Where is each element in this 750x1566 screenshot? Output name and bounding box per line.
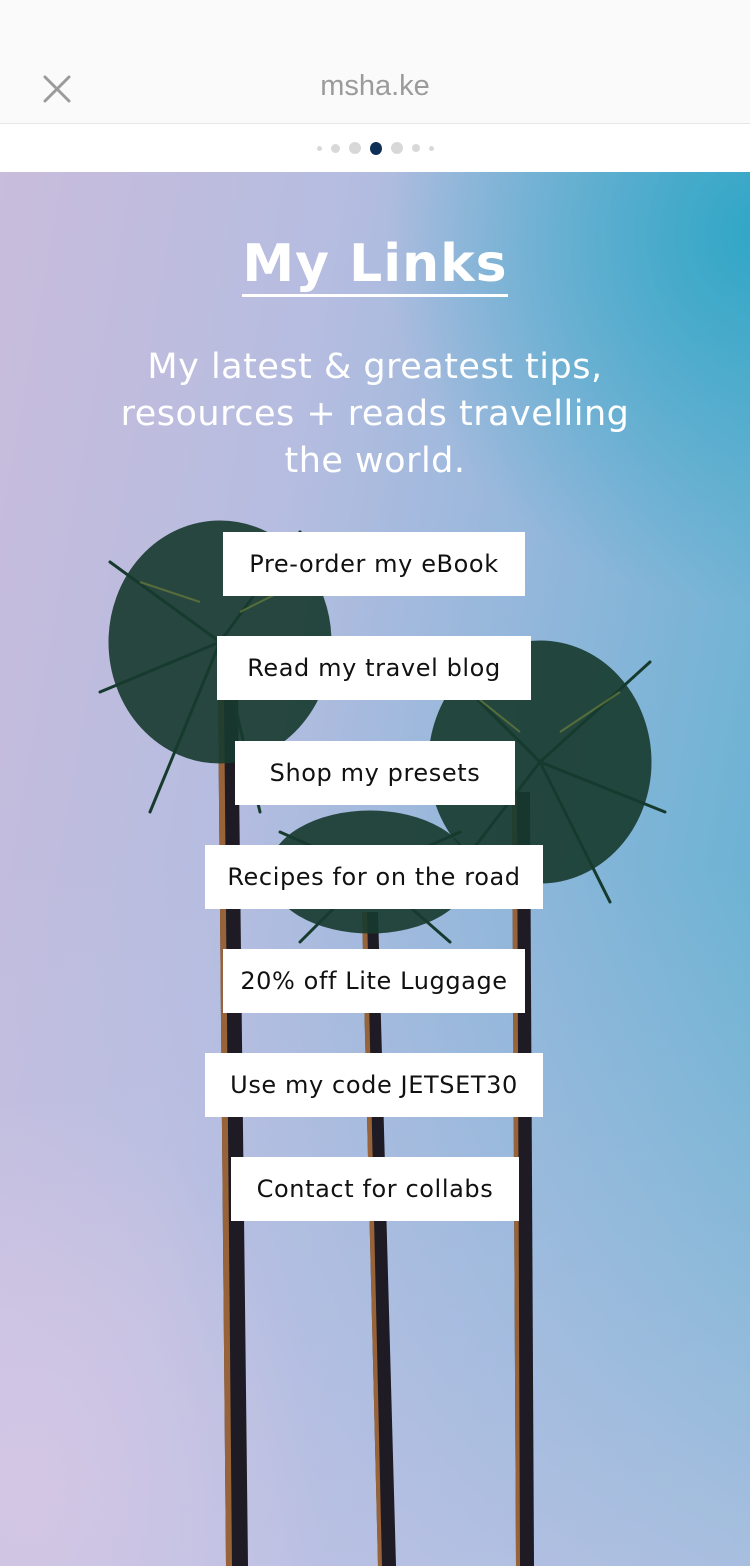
url-title: msha.ke bbox=[320, 70, 430, 102]
hero-background: My Links My latest & greatest tips, reso… bbox=[0, 172, 750, 1566]
link-button-preorder-ebook[interactable]: Pre-order my eBook bbox=[223, 532, 525, 596]
page-dot[interactable] bbox=[411, 144, 420, 152]
link-button-contact[interactable]: Contact for collabs bbox=[231, 1157, 519, 1221]
page-dot[interactable] bbox=[390, 142, 403, 154]
page-dot[interactable] bbox=[316, 145, 322, 151]
browser-header: msha.ke bbox=[0, 0, 750, 124]
link-button-luggage[interactable]: 20% off Lite Luggage bbox=[223, 949, 525, 1013]
link-button-travel-blog[interactable]: Read my travel blog bbox=[217, 636, 531, 700]
page-title-text: My Links bbox=[242, 234, 508, 297]
page-dot[interactable] bbox=[348, 142, 361, 154]
link-button-presets[interactable]: Shop my presets bbox=[235, 741, 515, 805]
page-subtitle: My latest & greatest tips, resources + r… bbox=[120, 347, 630, 481]
page-title: My Links bbox=[0, 234, 750, 297]
page-dot[interactable] bbox=[428, 145, 434, 151]
page-indicator bbox=[0, 140, 750, 156]
page-dot-active[interactable] bbox=[369, 141, 382, 155]
page-dot[interactable] bbox=[330, 143, 340, 153]
link-button-recipes[interactable]: Recipes for on the road bbox=[205, 845, 543, 909]
link-button-code[interactable]: Use my code JETSET30 bbox=[205, 1053, 543, 1117]
